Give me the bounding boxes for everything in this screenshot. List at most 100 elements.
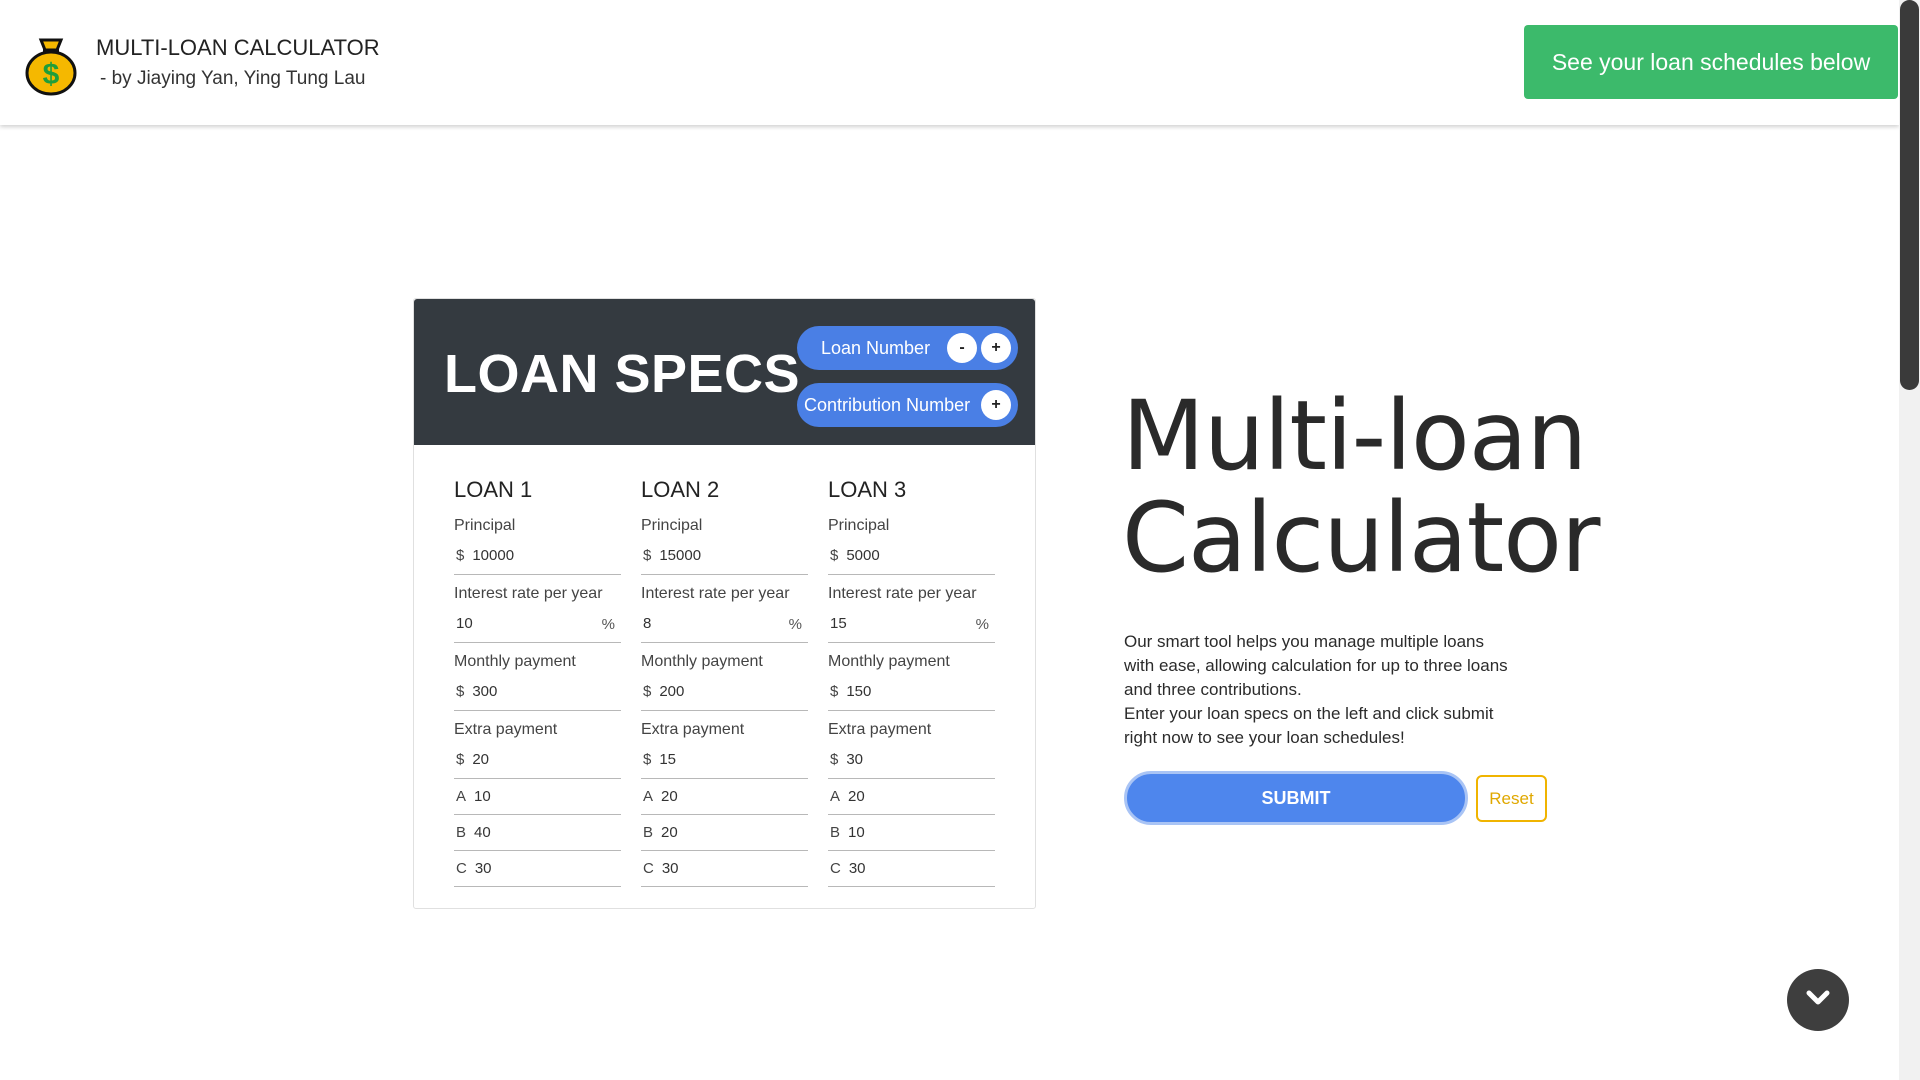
contribution-b-prefix: B (456, 824, 467, 841)
loan-title: LOAN 1 (454, 477, 533, 502)
currency-prefix: $ (830, 547, 839, 564)
contribution-b-value: 20 (661, 824, 678, 841)
monthly-payment-value: 150 (846, 683, 872, 700)
extra-payment-value: 30 (846, 751, 864, 768)
principal-label: Principal (828, 517, 890, 534)
description-paragraph-1: Our smart tool helps you manage multiple… (1124, 632, 1508, 699)
description-paragraph-2: Enter your loan specs on the left and cl… (1124, 704, 1494, 747)
contribution-c-input[interactable]: C 30 (454, 851, 621, 887)
contribution-b-input[interactable]: B 40 (454, 815, 621, 851)
loan-specs-card: LOAN SPECS Loan Number - + Contribution … (413, 298, 1036, 909)
contribution-c-value: 30 (848, 860, 866, 877)
principal-label: Principal (454, 517, 516, 534)
interest-rate-value: 8 (643, 615, 652, 632)
monthly-payment-label: Monthly payment (454, 653, 576, 670)
contribution-a-prefix: A (456, 788, 467, 805)
loan-column-2: LOAN 2 Principal $15000 Interest rate pe… (641, 477, 808, 887)
interest-rate-input[interactable]: 15% (828, 605, 995, 643)
contribution-b-prefix: B (830, 824, 841, 841)
loan-column-3: LOAN 3 Principal $5000 Interest rate per… (828, 477, 995, 887)
monthly-payment-label: Monthly payment (641, 653, 763, 670)
loan-decrease-button[interactable]: - (947, 333, 977, 363)
currency-prefix: $ (643, 547, 652, 564)
top-navbar: $ MULTI-LOAN CALCULATOR - by Jiaying Yan… (0, 0, 1899, 125)
contribution-a-value: 20 (661, 788, 678, 805)
extra-payment-label: Extra payment (828, 721, 932, 738)
contribution-a-value: 20 (848, 788, 865, 805)
extra-payment-input[interactable]: $30 (828, 741, 995, 779)
contribution-c-prefix: C (643, 860, 654, 877)
loan-title: LOAN 2 (641, 477, 720, 502)
principal-input[interactable]: $10000 (454, 537, 621, 575)
contribution-increase-button[interactable]: + (981, 390, 1011, 420)
principal-value: 5000 (846, 547, 880, 564)
monthly-payment-input[interactable]: $150 (828, 673, 995, 711)
money-bag-icon: $ (24, 32, 78, 96)
app-title: MULTI-LOAN CALCULATOR (96, 35, 380, 60)
app-authors: - by Jiaying Yan, Ying Tung Lau (100, 68, 366, 89)
contribution-c-prefix: C (830, 860, 841, 877)
contribution-c-prefix: C (456, 860, 467, 877)
extra-payment-input[interactable]: $15 (641, 741, 808, 779)
interest-rate-input[interactable]: 8% (641, 605, 808, 643)
principal-value: 15000 (659, 547, 702, 564)
see-schedules-button[interactable]: See your loan schedules below (1524, 25, 1898, 99)
interest-rate-label: Interest rate per year (454, 585, 603, 602)
loan-increase-button[interactable]: + (981, 333, 1011, 363)
loan-specs-header: LOAN SPECS Loan Number - + Contribution … (414, 299, 1035, 445)
contribution-c-value: 30 (661, 860, 679, 877)
contribution-b-prefix: B (643, 824, 654, 841)
contribution-b-input[interactable]: B 10 (828, 815, 995, 851)
interest-rate-label: Interest rate per year (828, 585, 977, 602)
hero-title: Multi-loan Calculator (1122, 385, 1600, 589)
principal-value: 10000 (472, 547, 515, 564)
contribution-c-input[interactable]: C 30 (641, 851, 808, 887)
currency-prefix: $ (456, 547, 465, 564)
principal-label: Principal (641, 517, 703, 534)
principal-input[interactable]: $5000 (828, 537, 995, 575)
scrollbar-thumb[interactable] (1900, 0, 1919, 390)
contribution-a-input[interactable]: A 10 (454, 779, 621, 815)
contribution-c-value: 30 (474, 860, 492, 877)
loan-specs-title: LOAN SPECS (444, 344, 801, 404)
extra-payment-value: 15 (659, 751, 677, 768)
contribution-c-input[interactable]: C 30 (828, 851, 995, 887)
interest-rate-label: Interest rate per year (641, 585, 790, 602)
contribution-a-value: 10 (474, 788, 491, 805)
chevron-down-icon (1805, 989, 1831, 1012)
currency-prefix: $ (643, 683, 652, 700)
interest-rate-value: 10 (456, 615, 473, 632)
contribution-a-input[interactable]: A 20 (828, 779, 995, 815)
loan-number-label: Loan Number (821, 337, 931, 358)
monthly-payment-value: 300 (472, 683, 498, 700)
currency-prefix: $ (830, 751, 839, 768)
currency-prefix: $ (830, 683, 839, 700)
hero-title-line-2: Calculator (1122, 482, 1600, 594)
currency-prefix: $ (643, 751, 652, 768)
principal-input[interactable]: $15000 (641, 537, 808, 575)
svg-text:$: $ (43, 58, 60, 91)
contribution-number-control: Contribution Number + (797, 383, 1018, 427)
contribution-b-value: 40 (474, 824, 491, 841)
contribution-a-prefix: A (643, 788, 654, 805)
interest-rate-value: 15 (830, 615, 847, 632)
currency-prefix: $ (456, 683, 465, 700)
reset-button[interactable]: Reset (1476, 775, 1547, 822)
percent-suffix: % (601, 616, 615, 633)
extra-payment-input[interactable]: $20 (454, 741, 621, 779)
contribution-a-prefix: A (830, 788, 841, 805)
percent-suffix: % (788, 616, 802, 633)
interest-rate-input[interactable]: 10% (454, 605, 621, 643)
hero-description: Our smart tool helps you manage multiple… (1124, 630, 1514, 750)
monthly-payment-input[interactable]: $300 (454, 673, 621, 711)
loan-title: LOAN 3 (828, 477, 907, 502)
monthly-payment-label: Monthly payment (828, 653, 950, 670)
contribution-b-input[interactable]: B 20 (641, 815, 808, 851)
scroll-down-button[interactable] (1787, 969, 1849, 1031)
monthly-payment-input[interactable]: $200 (641, 673, 808, 711)
extra-payment-label: Extra payment (454, 721, 558, 738)
monthly-payment-value: 200 (659, 683, 685, 700)
contribution-a-input[interactable]: A 20 (641, 779, 808, 815)
extra-payment-value: 20 (472, 751, 490, 768)
submit-button[interactable]: SUBMIT (1124, 771, 1468, 825)
